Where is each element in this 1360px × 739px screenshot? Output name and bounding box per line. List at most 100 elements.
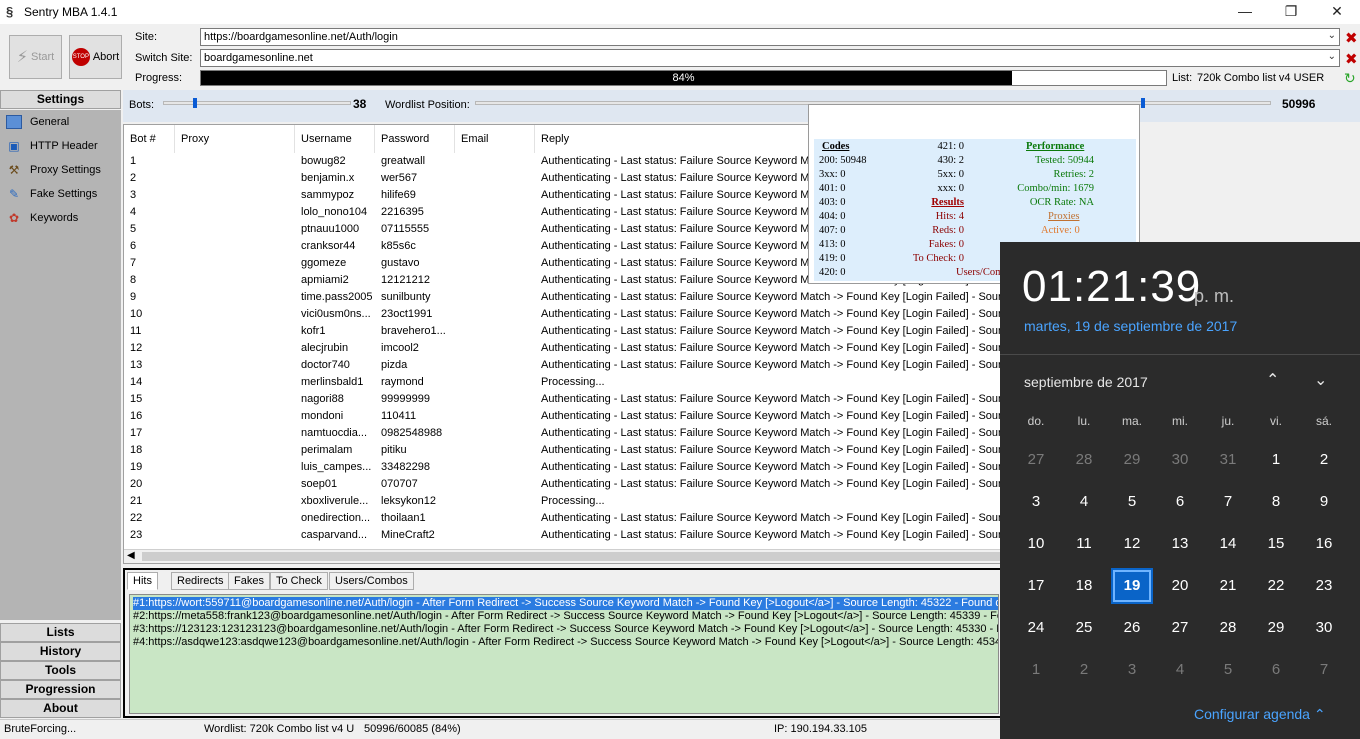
chevron-up-icon[interactable]: ⌃	[1266, 370, 1279, 390]
calendar-day[interactable]: 16	[1303, 526, 1345, 562]
calendar-day[interactable]: 22	[1255, 568, 1297, 604]
table-row[interactable]: 21 xboxliverule... leksykon12 Processing...	[124, 493, 1002, 510]
calendar-day[interactable]: 14	[1207, 526, 1249, 562]
table-row[interactable]: 16 mondoni 110411 Authenticating - Last sta…	[124, 408, 1002, 425]
calendar-month-title[interactable]: septiembre de 2017	[1024, 374, 1148, 390]
log-line[interactable]: #2:https://meta558:frank123@boardgameson…	[133, 610, 998, 623]
calendar-day[interactable]: 6	[1159, 484, 1201, 520]
nav-fake-settings[interactable]: ✎ Fake Settings	[6, 184, 97, 204]
tab-hits[interactable]: Hits	[127, 572, 158, 590]
log-line[interactable]: #4:https://asdqwe123:asdqwe123@boardgame…	[133, 636, 998, 649]
nav-http-header[interactable]: ▣ HTTP Header	[6, 136, 97, 156]
calendar-day[interactable]: 31	[1207, 442, 1249, 478]
table-row[interactable]: 18 perimalam pitiku Authenticating - Last s…	[124, 442, 1002, 459]
calendar-day[interactable]: 28	[1063, 442, 1105, 478]
nav-keywords[interactable]: ✿ Keywords	[6, 208, 78, 228]
calendar-day[interactable]: 5	[1207, 652, 1249, 688]
calendar-day[interactable]: 26	[1111, 610, 1153, 646]
calendar-day[interactable]: 3	[1015, 484, 1057, 520]
calendar-day[interactable]: 29	[1255, 610, 1297, 646]
calendar-day[interactable]: 29	[1111, 442, 1153, 478]
calendar-day[interactable]: 10	[1015, 526, 1057, 562]
calendar-day[interactable]: 1	[1015, 652, 1057, 688]
log-line[interactable]: #3:https://123123:123123123@boardgameson…	[133, 623, 998, 636]
table-row[interactable]: 22 onedirection... thoilaan1 Authenticating…	[124, 510, 1002, 527]
clear-site-icon[interactable]: ✖	[1345, 29, 1358, 47]
bots-slider-thumb[interactable]	[193, 98, 198, 108]
table-row[interactable]: 14 merlinsbald1 raymond Processing...	[124, 374, 1002, 391]
table-row[interactable]: 9 time.pass2005 sunilbunty Authenticating -…	[124, 289, 1002, 306]
nav-history[interactable]: History	[0, 642, 121, 661]
table-row[interactable]: 19 luis_campes... 33482298 Authenticating -…	[124, 459, 1002, 476]
calendar-day[interactable]: 8	[1255, 484, 1297, 520]
calendar-day[interactable]: 27	[1015, 442, 1057, 478]
calendar-day[interactable]: 4	[1063, 484, 1105, 520]
refresh-icon[interactable]: ↻	[1344, 70, 1356, 87]
table-row[interactable]: 15 nagori88 99999999 Authenticating - Last …	[124, 391, 1002, 408]
calendar-day[interactable]: 2	[1063, 652, 1105, 688]
clock-date-link[interactable]: martes, 19 de septiembre de 2017	[1024, 318, 1237, 334]
column-header-bot[interactable]: Bot #	[124, 125, 175, 153]
close-button[interactable]: ✕	[1314, 0, 1360, 24]
site-input[interactable]: https://boardgamesonline.net/Auth/login …	[200, 28, 1340, 46]
calendar-day[interactable]: 25	[1063, 610, 1105, 646]
calendar-day[interactable]: 12	[1111, 526, 1153, 562]
wordlist-slider-thumb[interactable]	[1141, 98, 1146, 108]
tab-users-combos[interactable]: Users/Combos	[329, 572, 414, 590]
calendar-day[interactable]: 27	[1159, 610, 1201, 646]
tab-to-check[interactable]: To Check	[270, 572, 328, 590]
calendar-day[interactable]: 15	[1255, 526, 1297, 562]
nav-lists[interactable]: Lists	[0, 623, 121, 642]
minimize-button[interactable]: —	[1222, 0, 1268, 24]
settings-header[interactable]: Settings	[0, 90, 121, 109]
start-button[interactable]: ⚡ Start	[9, 35, 62, 79]
calendar-day[interactable]: 11	[1063, 526, 1105, 562]
table-row[interactable]: 17 namtuocdia... 0982548988 Authenticating …	[124, 425, 1002, 442]
calendar-day[interactable]: 6	[1255, 652, 1297, 688]
table-row[interactable]: 11 kofr1 bravehero1... Authenticating - Las…	[124, 323, 1002, 340]
calendar-day[interactable]: 28	[1207, 610, 1249, 646]
configure-agenda-link[interactable]: Configurar agenda ⌃	[1194, 706, 1326, 723]
calendar-day[interactable]: 1	[1255, 442, 1297, 478]
column-header-email[interactable]: Email	[455, 125, 535, 153]
calendar-day[interactable]: 20	[1159, 568, 1201, 604]
table-row[interactable]: 10 vici0usm0ns... 23oct1991 Authenticating …	[124, 306, 1002, 323]
table-row[interactable]: 23 casparvand... MineCraft2 Authenticating …	[124, 527, 1002, 544]
nav-tools[interactable]: Tools	[0, 661, 121, 680]
calendar-day[interactable]: 7	[1207, 484, 1249, 520]
chevron-down-icon[interactable]: ⌄	[1328, 30, 1336, 41]
calendar-day[interactable]: 3	[1111, 652, 1153, 688]
clear-switch-site-icon[interactable]: ✖	[1345, 50, 1358, 68]
calendar-day[interactable]: 21	[1207, 568, 1249, 604]
nav-proxy-settings[interactable]: ⚒ Proxy Settings	[6, 160, 101, 180]
calendar-day[interactable]: 17	[1015, 568, 1057, 604]
bots-slider[interactable]	[163, 98, 351, 108]
tab-fakes[interactable]: Fakes	[228, 572, 270, 590]
abort-button[interactable]: STOP Abort	[69, 35, 122, 79]
log-line[interactable]: #1:https://wort:559711@boardgamesonline.…	[133, 597, 998, 610]
calendar-day[interactable]: 7	[1303, 652, 1345, 688]
calendar-day[interactable]: 13	[1159, 526, 1201, 562]
chevron-down-icon[interactable]: ⌄	[1314, 370, 1327, 390]
calendar-day[interactable]: 30	[1303, 610, 1345, 646]
column-header-username[interactable]: Username	[295, 125, 375, 153]
horizontal-scrollbar[interactable]: ◀	[124, 549, 1002, 563]
scrollbar-thumb[interactable]	[142, 552, 1002, 561]
table-row[interactable]: 13 doctor740 pizda Authenticating - Last st…	[124, 357, 1002, 374]
nav-about[interactable]: About	[0, 699, 121, 718]
nav-progression[interactable]: Progression	[0, 680, 121, 699]
table-row[interactable]: 12 alecjrubin imcool2 Authenticating - Last…	[124, 340, 1002, 357]
calendar-day[interactable]: 4	[1159, 652, 1201, 688]
calendar-day-today[interactable]: 19	[1111, 568, 1153, 604]
column-header-password[interactable]: Password	[375, 125, 455, 153]
table-row[interactable]: 20 soep01 070707 Authenticating - Last stat…	[124, 476, 1002, 493]
switch-site-input[interactable]: boardgamesonline.net ⌄	[200, 49, 1340, 67]
calendar-day[interactable]: 18	[1063, 568, 1105, 604]
calendar-day[interactable]: 30	[1159, 442, 1201, 478]
column-header-proxy[interactable]: Proxy	[175, 125, 295, 153]
nav-general[interactable]: General	[6, 112, 69, 132]
chevron-down-icon[interactable]: ⌄	[1328, 51, 1336, 62]
calendar-day[interactable]: 2	[1303, 442, 1345, 478]
scroll-left-icon[interactable]: ◀	[127, 550, 135, 561]
tab-redirects[interactable]: Redirects	[171, 572, 230, 590]
